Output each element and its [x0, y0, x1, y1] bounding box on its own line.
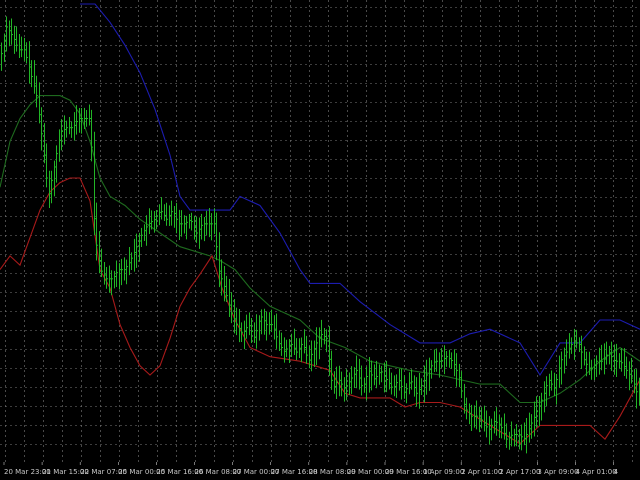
x-tick-label: 2 Apr 01:00 — [461, 468, 502, 476]
x-tick-label: 3 Apr 09:00 — [537, 468, 578, 476]
x-tick-label: 1 Apr 09:00 — [423, 468, 464, 476]
x-tick-label: 4 Apr 01:00 — [576, 468, 617, 476]
x-tick-label: 4 — [614, 468, 619, 476]
x-tick-label: 2 Apr 17:00 — [499, 468, 540, 476]
chart-canvas[interactable]: 20 Mar 23:0021 Mar 15:0022 Mar 07:0025 M… — [0, 0, 640, 480]
price-chart[interactable]: 20 Mar 23:00 21 Mar 15:00 22 Mar 07:00 25 M… — [0, 0, 640, 480]
